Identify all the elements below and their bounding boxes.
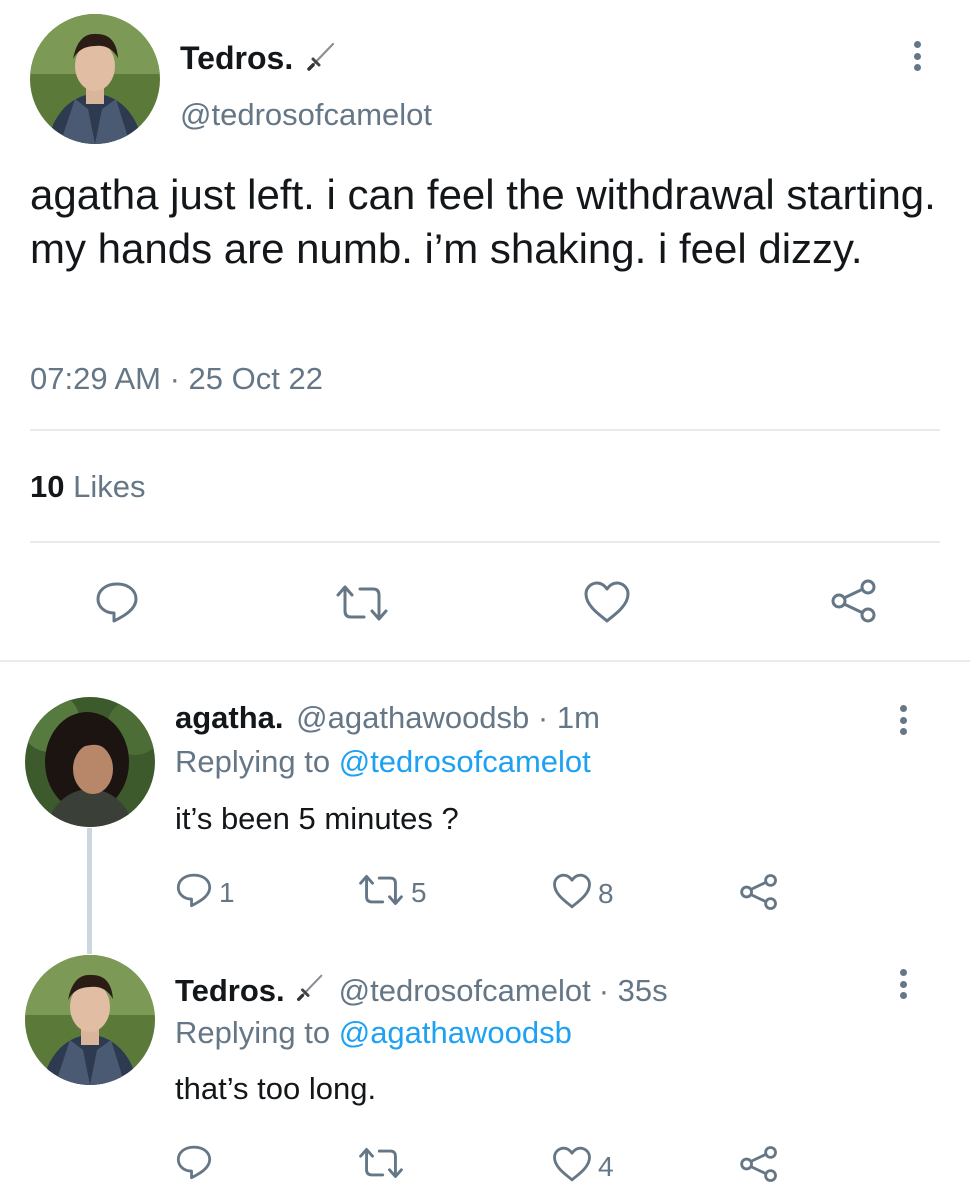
reply-2-display-name[interactable]: Tedros. [175,973,285,1009]
reply-2-avatar[interactable] [25,955,155,1085]
reply-1-like-count: 8 [598,877,614,909]
reply-1-handle[interactable]: @agathawoodsb [296,700,529,735]
reply-2-time[interactable]: · 35s [599,973,668,1009]
retweet-icon[interactable] [334,583,390,623]
share-icon[interactable] [830,578,878,624]
reply-1-retweet-button[interactable]: 5 [357,873,427,912]
divider [30,541,940,543]
reply-1-replying-to-link[interactable]: @tedrosofcamelot [339,744,591,779]
reply-1-display-name[interactable]: agatha. [175,700,284,735]
reply-2-like-count: 4 [598,1150,614,1182]
reply-icon [175,1143,213,1186]
retweet-icon [357,873,405,912]
like-icon [552,1145,592,1188]
likes-count: 10 [30,469,65,504]
likes-label: Likes [73,469,146,504]
like-icon [552,872,592,915]
reply-1-avatar[interactable] [25,697,155,827]
reply-icon[interactable] [94,580,140,624]
reply-2-handle[interactable]: @tedrosofcamelot [339,973,591,1009]
reply-2-text: that’s too long. [175,1071,377,1106]
reply-2-share-icon[interactable] [739,1145,779,1183]
reply-1-share-icon[interactable] [739,873,779,911]
reply-2-like-button[interactable]: 4 [552,1145,614,1188]
main-tweet-avatar[interactable] [30,14,160,144]
reply-2-replying-to-link[interactable]: @agathawoodsb [339,1015,572,1050]
reply-1-reply-count: 1 [219,876,235,908]
reply-2-retweet-button[interactable] [357,1146,411,1185]
reply-1-more-icon[interactable] [898,705,908,735]
reply-1-retweet-count: 5 [411,876,427,908]
main-tweet-more-icon[interactable] [912,41,922,71]
retweet-icon [357,1146,405,1185]
reply-2-more-icon[interactable] [898,969,908,999]
reply-1-text: it’s been 5 minutes ? [175,801,459,836]
divider [0,660,970,662]
thread-line [87,828,92,954]
divider [30,429,940,431]
likes-summary[interactable]: 10 Likes [30,469,145,505]
like-icon[interactable] [583,580,631,624]
reply-2-reply-button[interactable] [175,1143,219,1186]
reply-1-time[interactable]: · 1m [538,700,600,735]
main-tweet-display-name[interactable]: Tedros. [180,40,293,77]
dagger-icon [303,38,339,79]
reply-1-like-button[interactable]: 8 [552,872,614,915]
reply-2-replying-label: Replying to [175,1015,331,1050]
reply-1-reply-button[interactable]: 1 [175,871,235,914]
main-tweet-text: agatha just left. i can feel the withdra… [30,171,936,272]
main-tweet-handle[interactable]: @tedrosofcamelot [180,97,432,133]
reply-icon [175,871,213,914]
dagger-icon [293,970,327,1012]
reply-1-replying-label: Replying to [175,744,331,779]
main-tweet-timestamp: 07:29 AM · 25 Oct 22 [30,361,323,396]
